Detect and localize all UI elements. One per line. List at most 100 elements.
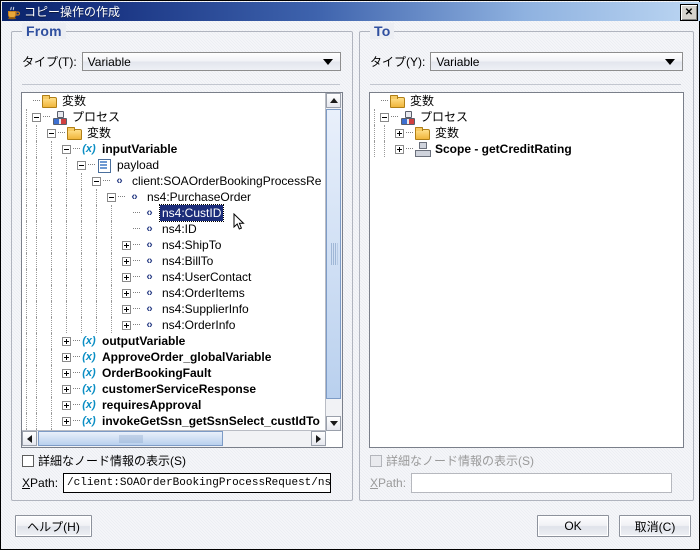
expand-icon[interactable] <box>122 288 131 298</box>
tree-node[interactable]: ‹› ns4:ID <box>22 221 325 237</box>
element-icon: ‹› <box>146 223 152 235</box>
cancel-button[interactable]: 取消(C) <box>619 515 691 537</box>
tree-node[interactable]: Scope - getCreditRating <box>370 141 683 157</box>
expand-icon[interactable] <box>395 128 404 138</box>
tree-node[interactable]: プロセス <box>22 109 325 125</box>
tree-node[interactable]: payload <box>22 157 325 173</box>
scroll-down-icon[interactable] <box>326 416 341 431</box>
tree-node[interactable]: 変数 <box>370 125 683 141</box>
tree-indent <box>32 413 47 429</box>
collapse-icon[interactable] <box>32 112 41 122</box>
expand-icon[interactable] <box>122 320 131 330</box>
to-tree[interactable]: 変数 プロセス 変数 Scope - getCreditRating <box>369 92 684 448</box>
ok-button[interactable]: OK <box>537 515 609 537</box>
tree-node-label: ns4:OrderItems <box>162 286 245 300</box>
tree-indent <box>32 237 47 253</box>
from-tree-hscroll-thumb[interactable] <box>38 431 223 446</box>
scroll-right-icon[interactable] <box>311 431 326 446</box>
expand-icon[interactable] <box>62 352 71 362</box>
tree-indent <box>47 253 62 269</box>
expand-icon[interactable] <box>62 400 71 410</box>
tree-connector <box>406 132 413 134</box>
tree-node[interactable]: 変数 <box>370 93 683 109</box>
tree-node[interactable]: (x) OrderBookingFault <box>22 365 325 381</box>
folder-icon <box>414 126 430 140</box>
tree-node[interactable]: (x) invokeGetSsn_getSsnSelect_custIdTo <box>22 413 325 429</box>
expand-icon[interactable] <box>122 272 131 282</box>
tree-connector <box>133 260 140 262</box>
tree-node[interactable]: ‹› ns4:CustID <box>22 204 325 222</box>
from-tree-vscrollbar[interactable] <box>325 93 342 431</box>
tree-indent <box>47 141 62 157</box>
tree-indent <box>22 125 32 141</box>
tree-indent <box>47 269 62 285</box>
tree-node[interactable]: (x) requiresApproval <box>22 397 325 413</box>
collapse-icon[interactable] <box>47 128 56 138</box>
tree-node[interactable]: ‹› ns4:ShipTo <box>22 237 325 253</box>
collapse-icon[interactable] <box>77 160 86 170</box>
checkbox-box <box>370 454 382 467</box>
expand-icon[interactable] <box>62 416 71 426</box>
tree-node-label: invokeGetSsn_getSsnSelect_custIdTo <box>102 414 320 428</box>
tree-indent <box>22 301 32 317</box>
tree-node[interactable]: (x) customerServiceResponse <box>22 381 325 397</box>
tree-indent <box>77 221 92 237</box>
tree-indent <box>32 157 47 173</box>
tree-node[interactable]: ‹› ns4:SupplierInfo <box>22 301 325 317</box>
collapse-icon[interactable] <box>107 192 116 202</box>
expand-icon[interactable] <box>395 144 404 154</box>
tree-indent <box>47 349 62 365</box>
from-xpath-input[interactable]: /client:SOAOrderBookingProcessRequest/ns <box>63 473 332 493</box>
expand-icon[interactable] <box>122 256 131 266</box>
help-button[interactable]: ヘルプ(H) <box>15 515 92 537</box>
to-type-value: Variable <box>436 54 480 69</box>
from-type-combobox[interactable]: Variable <box>81 52 341 71</box>
tree-node[interactable]: 変数 <box>22 125 325 141</box>
tree-node[interactable]: (x) outputVariable <box>22 333 325 349</box>
tree-indent <box>22 221 32 237</box>
collapse-icon[interactable] <box>92 176 101 186</box>
expand-icon[interactable] <box>62 368 71 378</box>
tree-indent <box>47 173 62 189</box>
to-panel: To タイプ(Y): Variable 変数 プロセス 変数 Scope - getC… <box>359 23 694 501</box>
tree-node[interactable]: プロセス <box>370 109 683 125</box>
tree-indent <box>92 301 107 317</box>
tree-indent <box>22 397 32 413</box>
tree-node[interactable]: (x) inputVariable <box>22 141 325 157</box>
tree-node[interactable]: ‹› ns4:PurchaseOrder <box>22 189 325 205</box>
tree-indent <box>22 253 32 269</box>
scroll-left-icon[interactable] <box>22 431 37 446</box>
collapse-icon[interactable] <box>62 144 71 154</box>
from-tree-hscrollbar[interactable] <box>22 430 326 447</box>
to-type-combobox[interactable]: Variable <box>430 52 684 71</box>
tree-indent <box>107 269 122 285</box>
tree-node[interactable]: ‹› ns4:OrderItems <box>22 285 325 301</box>
tree-node[interactable]: ‹› ns4:UserContact <box>22 269 325 285</box>
tree-connector <box>73 388 80 390</box>
collapse-icon[interactable] <box>380 112 389 122</box>
expand-icon[interactable] <box>122 304 131 314</box>
tree-node[interactable]: (x) ApproveOrder_globalVariable <box>22 349 325 365</box>
expand-icon[interactable] <box>62 384 71 394</box>
tree-indent <box>370 141 380 157</box>
expand-icon[interactable] <box>122 240 131 250</box>
tree-indent <box>92 269 107 285</box>
expand-icon[interactable] <box>62 336 71 346</box>
tree-node-label: client:SOAOrderBookingProcessRe <box>132 174 322 188</box>
tree-indent <box>22 317 32 333</box>
from-tree[interactable]: 変数 プロセス 変数 (x) inputVariable payload ‹› client:… <box>21 92 343 448</box>
tree-connector <box>73 148 80 150</box>
from-detailed-node-info-checkbox[interactable]: 詳細なノード情報の表示(S) <box>22 452 186 469</box>
tree-node[interactable]: ‹› client:SOAOrderBookingProcessRe <box>22 173 325 189</box>
tree-node[interactable]: 変数 <box>22 93 325 109</box>
from-xpath-row: XPath: /client:SOAOrderBookingProcessReq… <box>22 473 332 493</box>
from-tree-vscroll-thumb[interactable] <box>326 109 341 399</box>
close-icon[interactable]: ✕ <box>680 4 698 21</box>
tree-indent <box>62 205 77 221</box>
tree-node[interactable]: ‹› ns4:BillTo <box>22 253 325 269</box>
tree-node[interactable]: ‹› ns4:OrderInfo <box>22 317 325 333</box>
scroll-up-icon[interactable] <box>326 93 341 108</box>
